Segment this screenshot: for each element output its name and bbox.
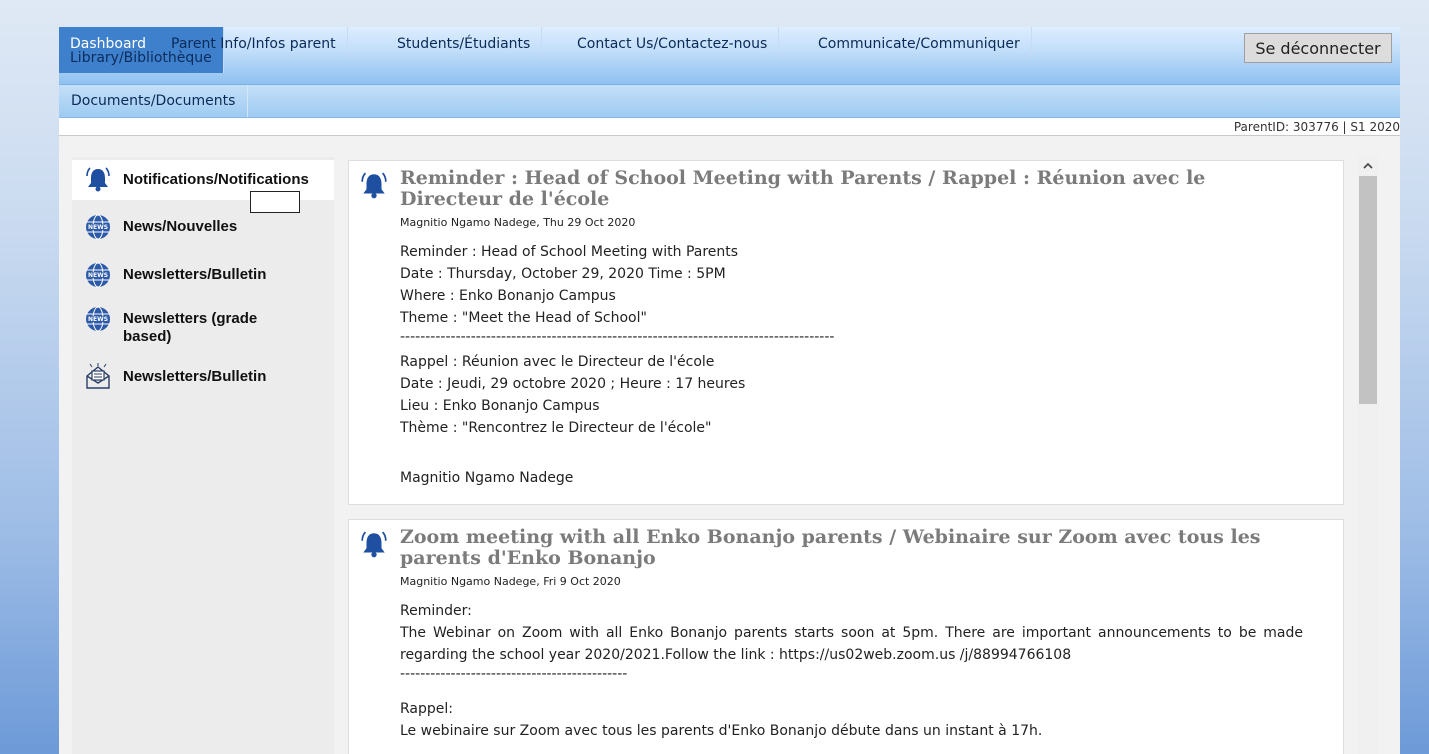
sidebar-item-label: Newsletters (grade based) <box>123 310 258 345</box>
nav-tab-contact-us[interactable]: Contact Us/Contactez-nous <box>566 27 780 57</box>
body-line: Date : Thursday, October 29, 2020 Time :… <box>400 266 726 282</box>
body-line: The Webinar on Zoom with all Enko Bonanj… <box>400 625 1303 663</box>
logout-button[interactable]: Se déconnecter <box>1244 33 1392 63</box>
sidebar: Notifications/Notifications NEWS News/No… <box>72 157 334 754</box>
nav-tab-parent-info[interactable]: Parent Info/Infos parent <box>160 27 348 57</box>
notification-title[interactable]: Zoom meeting with all Enko Bonanjo paren… <box>400 527 1313 569</box>
scroll-thumb[interactable] <box>1359 176 1377 404</box>
notification-body: Reminder: The Webinar on Zoom with all E… <box>400 600 1303 742</box>
body-line: Lieu : Enko Bonanjo Campus <box>400 398 600 414</box>
sidebar-item-newsletters[interactable]: NEWS Newsletters/Bulletin <box>72 261 334 289</box>
news-globe-icon: NEWS <box>86 306 110 332</box>
chevron-up-icon <box>1363 162 1373 169</box>
portal-window: Dashboard Library/Bibliothèque Parent In… <box>59 27 1400 754</box>
body-separator: ----------------------------------------… <box>400 329 835 345</box>
notification-title[interactable]: Reminder : Head of School Meeting with P… <box>400 168 1313 210</box>
sidebar-item-label: Newsletters/Bulletin <box>123 266 267 283</box>
nav-tab-documents[interactable]: Documents/Documents <box>59 85 249 117</box>
svg-text:NEWS: NEWS <box>88 272 108 279</box>
body-line: Thème : "Rencontrez le Directeur de l'éc… <box>400 420 712 436</box>
body-line <box>400 439 1303 461</box>
sidebar-item-news[interactable]: NEWS News/Nouvelles <box>72 213 334 241</box>
nav-tab-students[interactable]: Students/Étudiants <box>386 27 543 57</box>
body-line: Rappel: <box>400 701 453 717</box>
body-line: Date : Jeudi, 29 octobre 2020 ; Heure : … <box>400 376 746 392</box>
notification-meta: Magnitio Ngamo Nadege, Thu 29 Oct 2020 <box>400 216 636 229</box>
hover-cursor-box <box>250 191 300 213</box>
body-line: Rappel : Réunion avec le Directeur de l'… <box>400 354 715 370</box>
scroll-up-arrow[interactable] <box>1357 157 1379 175</box>
parent-id-bar: ParentID: 303776 | S1 2020 <box>59 118 1400 136</box>
sidebar-item-label: News/Nouvelles <box>123 218 238 235</box>
news-globe-icon: NEWS <box>86 214 110 240</box>
bell-icon <box>361 172 387 199</box>
body-line: Reminder : Head of School Meeting with P… <box>400 244 739 260</box>
sidebar-item-newsletters-bulletin[interactable]: Newsletters/Bulletin <box>72 363 334 391</box>
bell-icon <box>361 531 387 558</box>
body-line: Le webinaire sur Zoom avec tous les pare… <box>400 723 1043 739</box>
sidebar-item-label: Notifications/Notifications <box>123 171 309 188</box>
svg-text:NEWS: NEWS <box>88 224 108 231</box>
parent-id-text: ParentID: 303776 | S1 2020 <box>1233 120 1400 134</box>
nav-tab-communicate[interactable]: Communicate/Communiquer <box>807 27 1032 57</box>
sidebar-item-newsletters-grade[interactable]: NEWS Newsletters (grade based) <box>72 305 334 346</box>
notification-meta: Magnitio Ngamo Nadege, Fri 9 Oct 2020 <box>400 575 621 588</box>
body-line: Theme : "Meet the Head of School" <box>400 310 647 326</box>
notification-card: Zoom meeting with all Enko Bonanjo paren… <box>348 519 1344 754</box>
svg-text:NEWS: NEWS <box>88 316 108 323</box>
notification-card: Reminder : Head of School Meeting with P… <box>348 160 1344 505</box>
body-line: Magnitio Ngamo Nadege <box>400 470 574 486</box>
notification-body: Reminder : Head of School Meeting with P… <box>400 241 1303 489</box>
body-line: Where : Enko Bonanjo Campus <box>400 288 616 304</box>
content-scrollbar[interactable] <box>1357 157 1379 754</box>
body-separator: ----------------------------------------… <box>400 666 628 682</box>
secondary-nav: Documents/Documents <box>59 85 1400 118</box>
sidebar-item-label: Newsletters/Bulletin <box>123 368 267 385</box>
notifications-feed: Reminder : Head of School Meeting with P… <box>348 157 1344 754</box>
body-line: Reminder: <box>400 603 472 619</box>
body-line <box>400 686 1303 698</box>
news-globe-icon: NEWS <box>86 262 110 288</box>
primary-nav: Dashboard Library/Bibliothèque Parent In… <box>59 27 1400 85</box>
envelope-open-icon <box>86 363 110 389</box>
bell-icon <box>86 167 110 192</box>
